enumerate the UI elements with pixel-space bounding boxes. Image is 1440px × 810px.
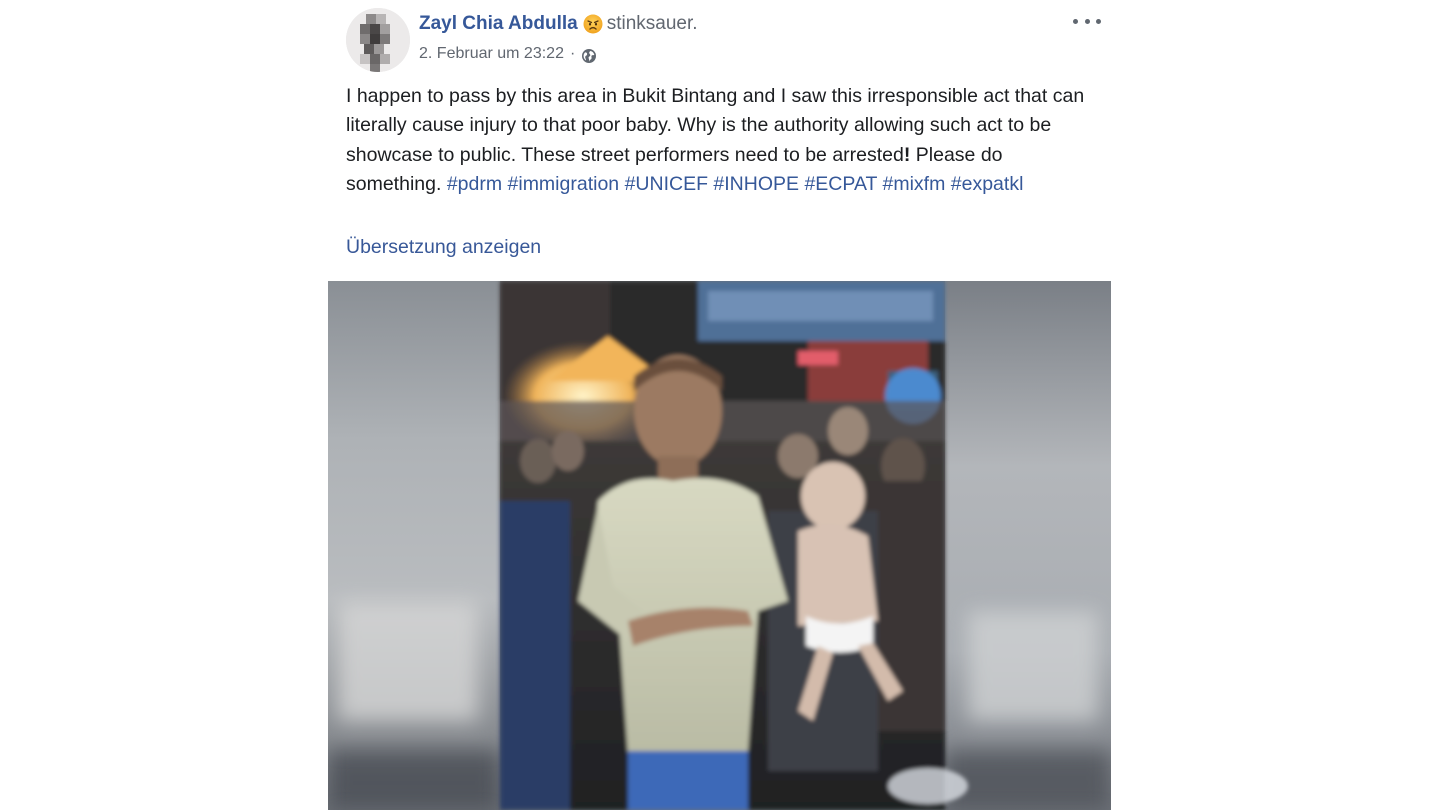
author-avatar[interactable] [346, 8, 410, 72]
facebook-post: Zayl Chia Abdulla stinksauer. 2. Februar… [328, 0, 1111, 810]
author-name-link[interactable]: Zayl Chia Abdulla [419, 13, 578, 35]
video-frame-image [328, 281, 1111, 810]
more-options-button[interactable] [1073, 10, 1101, 32]
angry-face-icon [583, 14, 603, 34]
post-timestamp[interactable]: 2. Februar um 23:22 [419, 45, 564, 63]
more-options-icon [1073, 18, 1078, 24]
hashtag-link[interactable]: #mixfm [883, 173, 946, 195]
hashtag-link[interactable]: #expatkl [951, 173, 1024, 195]
post-header: Zayl Chia Abdulla stinksauer. [419, 12, 698, 36]
post-body-text: I happen to pass by this area in Bukit B… [346, 82, 1091, 199]
hashtag-link[interactable]: #immigration [508, 173, 620, 195]
post-video[interactable] [328, 281, 1111, 810]
hashtag-link[interactable]: #pdrm [447, 173, 502, 195]
hashtag-link[interactable]: #UNICEF [625, 173, 708, 195]
show-translation-link[interactable]: Übersetzung anzeigen [346, 236, 541, 259]
globe-icon[interactable] [581, 48, 597, 64]
post-meta: 2. Februar um 23:22 · [419, 43, 597, 65]
pixelated-avatar-image [346, 8, 410, 72]
meta-separator: · [569, 45, 576, 62]
hashtag-link[interactable]: #INHOPE [713, 173, 799, 195]
hashtag-link[interactable]: #ECPAT [804, 173, 877, 195]
feeling-text: stinksauer. [606, 13, 698, 34]
